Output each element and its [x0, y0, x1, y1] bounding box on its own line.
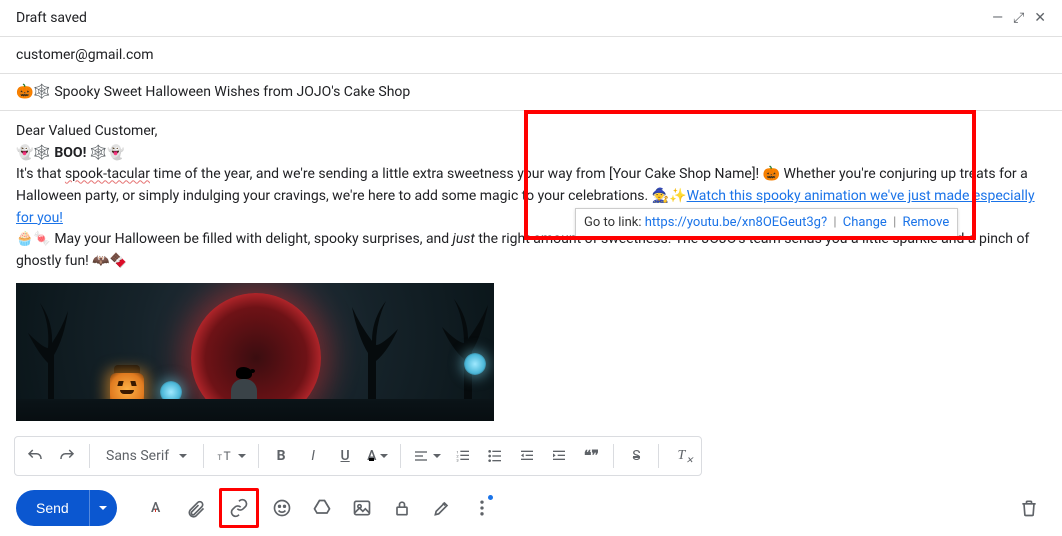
align-button[interactable] [409, 441, 445, 471]
bold-button[interactable]: B [267, 441, 295, 471]
boo-pre: 👻🕸️ [16, 145, 54, 161]
tooltip-url[interactable]: https://youtu.be/xn8OEGeut3g? [645, 215, 827, 230]
p1-a: It's that [16, 166, 65, 182]
underline-button[interactable]: U [331, 441, 359, 471]
boo-line: 👻🕸️ BOO! 🕸️👻 [16, 143, 1046, 165]
bullet-list-button[interactable] [481, 441, 509, 471]
boo-word: BOO! [54, 145, 86, 161]
indent-less-button[interactable] [513, 441, 541, 471]
redo-button[interactable] [53, 441, 81, 471]
font-select[interactable]: Sans Serif [98, 441, 195, 471]
spook-word: spook-tacular [65, 166, 150, 182]
insert-drive-button[interactable] [305, 491, 339, 525]
p2-just: just [453, 231, 475, 247]
quote-button[interactable]: ❝❞ [577, 441, 605, 471]
tooltip-sep-1: | [833, 215, 836, 230]
discard-draft-button[interactable] [1012, 491, 1046, 525]
bottom-bar: Send A [0, 480, 1062, 536]
more-options-button[interactable] [465, 491, 499, 525]
recipients-field[interactable]: customer@gmail.com [0, 37, 1062, 74]
chevron-down-icon [175, 448, 187, 464]
insert-link-button[interactable] [219, 488, 259, 528]
remove-format-button[interactable]: T✕ [667, 441, 695, 471]
tx-t: T [678, 448, 686, 463]
undo-button[interactable] [21, 441, 49, 471]
tooltip-label: Go to link: [584, 215, 645, 230]
minimize-icon[interactable]: — [992, 10, 1003, 26]
email-body[interactable]: Dear Valued Customer, 👻🕸️ BOO! 🕸️👻 It's … [0, 111, 1062, 421]
strikethrough-button[interactable]: S [622, 441, 650, 471]
font-size-button[interactable]: TT [212, 441, 250, 471]
tooltip-change[interactable]: Change [843, 215, 887, 230]
subject-text: Spooky Sweet Halloween Wishes from JOJO'… [54, 84, 410, 100]
strike-glyph: S [632, 448, 640, 464]
insert-photo-button[interactable] [345, 491, 379, 525]
text-color-button[interactable]: A [363, 441, 392, 471]
greeting-line: Dear Valued Customer, [16, 121, 1046, 143]
tooltip-remove[interactable]: Remove [902, 215, 949, 230]
close-icon[interactable]: ✕ [1034, 10, 1046, 26]
subject-emoji: 🎃🕸️ [16, 84, 51, 100]
italic-button[interactable]: I [299, 441, 327, 471]
confidential-mode-button[interactable] [385, 491, 419, 525]
attach-file-button[interactable] [179, 491, 213, 525]
tx-x: ✕ [686, 455, 694, 466]
compose-title: Draft saved [16, 10, 87, 26]
svg-text:3: 3 [457, 457, 459, 462]
svg-text:T: T [218, 453, 223, 462]
format-toggle-button[interactable]: A [139, 491, 173, 525]
font-name: Sans Serif [106, 448, 169, 464]
underline-glyph: U [341, 448, 350, 464]
format-toolbar: Sans Serif TT B I U A 123 ❝❞ S T✕ [14, 436, 702, 476]
link-tooltip: Go to link: https://youtu.be/xn8OEGeut3g… [575, 208, 958, 238]
send-more-button[interactable] [89, 490, 117, 526]
insert-emoji-button[interactable] [265, 491, 299, 525]
send-button[interactable]: Send [16, 490, 89, 526]
insert-signature-button[interactable] [425, 491, 459, 525]
window-controls: — ⤢ ✕ [992, 10, 1046, 26]
color-glyph: A [367, 448, 376, 464]
svg-text:T: T [224, 449, 231, 463]
boo-post: 🕸️👻 [86, 145, 124, 161]
embedded-image[interactable] [16, 283, 494, 421]
subject-field[interactable]: 🎃🕸️ Spooky Sweet Halloween Wishes from J… [0, 74, 1062, 111]
numbered-list-button[interactable]: 123 [449, 441, 477, 471]
indent-more-button[interactable] [545, 441, 573, 471]
tooltip-sep-2: | [893, 215, 896, 230]
send-button-group: Send [16, 490, 117, 526]
popout-icon[interactable]: ⤢ [1013, 10, 1024, 26]
p2-a: 🧁🍬 May your Halloween be filled with del… [16, 231, 453, 247]
